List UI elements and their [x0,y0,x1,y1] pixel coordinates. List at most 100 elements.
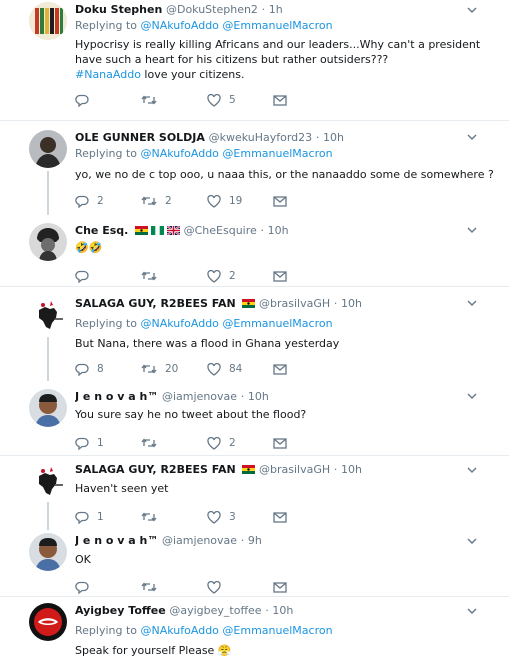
reply-button[interactable]: 1 [75,511,141,524]
retweet-icon [141,582,157,592]
dm-button[interactable] [273,195,339,207]
tweet-text: But Nana, there was a flood in Ghana yes… [75,337,340,350]
dm-button[interactable] [273,437,339,449]
like-button[interactable] [207,580,273,594]
timestamp[interactable]: 10h [268,224,289,237]
reply-button[interactable]: 2 [75,195,141,208]
envelope-icon [273,437,287,449]
tweet[interactable]: Che Esq. @CheEsquire · 10h 🤣🤣 2 [0,216,509,286]
conversation-feed: Doku Stephen @DokuStephen2 · 1h Replying… [0,0,509,658]
timestamp[interactable]: 10h [341,297,362,310]
separator-dot: · [315,131,320,144]
like-button[interactable]: 5 [207,93,273,107]
like-button[interactable]: 84 [207,362,273,376]
reply-button[interactable] [75,581,141,594]
avatar[interactable] [29,462,67,500]
timestamp[interactable]: 10h [341,463,362,476]
retweet-button[interactable] [141,270,207,282]
retweet-button[interactable] [141,94,207,106]
avatar[interactable] [29,389,67,427]
chevron-down-icon[interactable] [467,466,477,474]
chevron-down-icon[interactable] [467,133,477,141]
user-handle[interactable]: @CheEsquire [184,224,257,237]
chevron-down-icon[interactable] [467,392,477,400]
dm-button[interactable] [273,511,339,523]
reply-button[interactable]: 8 [75,363,141,376]
tweet-header: SALAGA GUY, R2BEES FAN @brasilvaGH · 10h [75,462,499,477]
tweet[interactable]: Doku Stephen @DokuStephen2 · 1h Replying… [0,0,509,118]
tweet[interactable]: J e n o v a h™ @iamjenovae · 9h OK [0,529,509,595]
tweet[interactable]: SALAGA GUY, R2BEES FAN @brasilvaGH · 10h… [0,286,509,381]
timestamp[interactable]: 10h [248,390,269,403]
display-name[interactable]: Doku Stephen [75,3,162,16]
retweet-icon [141,196,157,206]
user-handle[interactable]: @kwekuHayford23 [209,131,313,144]
chevron-down-icon[interactable] [467,607,477,615]
reply-button[interactable] [75,270,141,283]
dm-button[interactable] [273,363,339,375]
tweet[interactable]: J e n o v a h™ @iamjenovae · 10h You sur… [0,382,509,456]
mention-link[interactable]: @NAkufoAddo @EmmanuelMacron [141,147,333,160]
timestamp[interactable]: 1h [269,3,283,16]
user-handle[interactable]: @iamjenovae [162,390,237,403]
timestamp[interactable]: 9h [248,534,262,547]
user-handle[interactable]: @brasilvaGH [259,297,330,310]
avatar[interactable] [29,223,67,261]
mention-link[interactable]: @NAkufoAddo @EmmanuelMacron [141,19,333,32]
avatar[interactable] [29,296,67,334]
reply-count: 1 [97,437,104,449]
like-button[interactable]: 2 [207,436,273,450]
display-name[interactable]: Che Esq. [75,224,128,237]
dm-button[interactable] [273,94,339,106]
separator-dot: · [260,224,264,237]
retweet-button[interactable] [141,581,207,593]
hashtag-link[interactable]: #NanaAddo [75,68,141,81]
retweet-button[interactable]: 2 [141,195,207,207]
display-name[interactable]: SALAGA GUY, R2BEES FAN [75,463,236,476]
user-handle[interactable]: @brasilvaGH [259,463,330,476]
user-handle[interactable]: @DokuStephen2 [166,3,258,16]
tweet[interactable]: Ayigbey Toffee @ayigbey_toffee · 10h Rep… [0,596,509,658]
dm-button[interactable] [273,581,339,593]
like-count: 84 [229,363,243,375]
timestamp[interactable]: 10h [272,604,293,617]
like-button[interactable]: 19 [207,194,273,208]
retweet-button[interactable] [141,511,207,523]
chevron-down-icon[interactable] [467,6,477,14]
tweet-header: SALAGA GUY, R2BEES FAN @brasilvaGH · 10h [75,296,499,311]
retweet-icon [141,271,157,281]
heart-icon [207,362,221,376]
avatar[interactable] [29,603,67,641]
retweet-button[interactable] [141,437,207,449]
user-handle[interactable]: @iamjenovae [162,534,237,547]
user-handle[interactable]: @ayigbey_toffee [169,604,261,617]
avatar[interactable] [29,130,67,168]
display-name[interactable]: SALAGA GUY, R2BEES FAN [75,297,236,310]
retweet-button[interactable]: 20 [141,363,207,375]
chevron-down-icon[interactable] [467,299,477,307]
like-count: 2 [229,270,236,282]
mention-link[interactable]: @NAkufoAddo @EmmanuelMacron [141,624,333,637]
like-button[interactable]: 3 [207,510,273,524]
display-name[interactable]: J e n o v a h™ [75,390,158,403]
chevron-down-icon[interactable] [467,226,477,234]
display-name[interactable]: J e n o v a h™ [75,534,158,547]
timestamp[interactable]: 10h [323,131,344,144]
like-button[interactable]: 2 [207,269,273,283]
uk-flag-icon [166,226,180,235]
avatar[interactable] [29,2,67,40]
reply-icon [75,437,89,450]
reply-button[interactable]: 1 [75,437,141,450]
reply-button[interactable] [75,94,141,107]
tweet[interactable]: OLE GUNNER SOLDJA @kwekuHayford23 · 10h … [0,120,509,215]
dm-button[interactable] [273,270,339,282]
envelope-icon [273,270,287,282]
avatar[interactable] [29,533,67,571]
tweet[interactable]: SALAGA GUY, R2BEES FAN @brasilvaGH · 10h… [0,455,509,530]
mention-link[interactable]: @NAkufoAddo @EmmanuelMacron [141,317,333,330]
tweet-text: Haven't seen yet [75,482,169,495]
display-name[interactable]: OLE GUNNER SOLDJA [75,131,205,144]
retweet-icon [141,364,157,374]
display-name[interactable]: Ayigbey Toffee [75,604,166,617]
chevron-down-icon[interactable] [467,537,477,545]
